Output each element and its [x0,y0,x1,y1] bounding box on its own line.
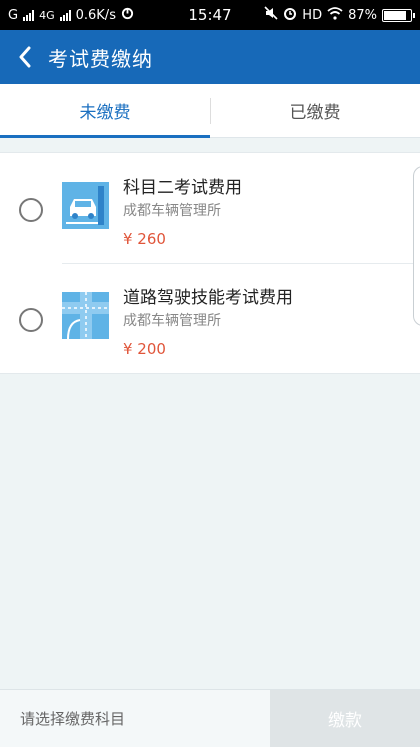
fee-list: 科目二考试费用 成都车辆管理所 ¥ 260 道路驾驶技能考试费用 成都车辆管理所… [0,152,420,374]
page-title: 考试费缴纳 [48,46,153,71]
alarm-icon [283,6,297,24]
mute-icon [264,6,278,24]
carrier-label: G [8,7,19,23]
network-speed: 0.6K/s [75,7,116,23]
battery-percent: 87% [348,7,377,23]
hd-label: HD [302,7,323,23]
battery-fill [384,10,406,20]
list-item[interactable]: 道路驾驶技能考试费用 成都车辆管理所 ¥ 200 [0,263,420,373]
list-item[interactable]: 科目二考试费用 成都车辆管理所 ¥ 260 [0,153,420,263]
select-radio[interactable] [19,198,43,222]
car-parking-icon [62,182,109,229]
wifi-icon [327,6,343,24]
status-left: G 4G 0.6K/s [8,7,134,24]
item-title: 道路驾驶技能考试费用 [123,288,293,308]
item-org: 成都车辆管理所 [123,203,221,219]
select-radio[interactable] [19,308,43,332]
tab-unpaid[interactable]: 未缴费 [0,84,210,138]
item-price: ¥ 200 [123,340,166,358]
pay-button[interactable]: 缴款 [270,690,420,747]
sync-icon [121,7,134,24]
item-price: ¥ 260 [123,230,166,248]
status-bar: G 4G 0.6K/s 15:47 HD 87% [0,0,420,30]
header: 考试费缴纳 [0,30,420,84]
network-label: 4G [39,8,55,22]
item-title: 科目二考试费用 [123,178,242,198]
selection-hint: 请选择缴费科目 [20,710,126,728]
item-org: 成都车辆管理所 [123,313,221,329]
road-map-icon [62,292,109,339]
status-right: HD 87% [264,6,415,24]
chevron-left-icon[interactable] [14,46,36,68]
signal-icon [23,9,35,21]
signal-4g-icon [59,9,71,21]
tab-bar: 未缴费 已缴费 [0,84,420,138]
battery-icon [382,8,415,22]
bottom-bar: 请选择缴费科目 缴款 [0,689,420,747]
tab-divider [210,98,211,124]
tab-paid[interactable]: 已缴费 [210,84,420,137]
side-panel-handle[interactable] [413,166,420,326]
